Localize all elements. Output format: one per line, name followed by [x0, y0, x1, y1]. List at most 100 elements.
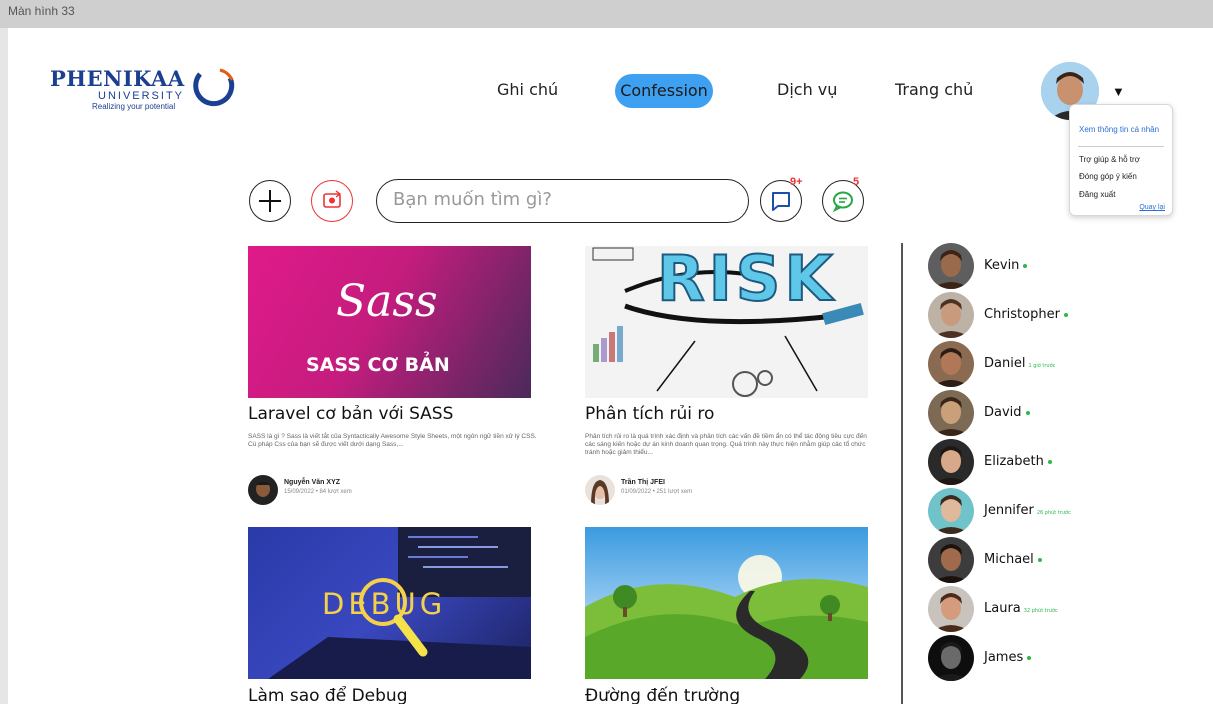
user-portrait-icon	[928, 488, 974, 534]
menu-divider	[1078, 146, 1164, 147]
logo-ring-icon	[193, 68, 235, 107]
user-avatar[interactable]	[928, 341, 974, 387]
user-avatar[interactable]	[928, 488, 974, 534]
user-avatar[interactable]	[928, 439, 974, 485]
user-list-item[interactable]: Kevin	[928, 243, 1198, 291]
logo-tagline: Realizing your potential	[92, 102, 176, 111]
user-list-item[interactable]: Christopher	[928, 292, 1198, 340]
sidebar-divider	[901, 243, 903, 704]
road-landscape-illustration	[585, 527, 868, 679]
user-name-text: Elizabeth	[984, 454, 1044, 469]
author-name[interactable]: Nguyễn Văn XYZ	[284, 479, 340, 486]
user-name: Michael	[984, 552, 1042, 567]
user-name-text: Christopher	[984, 307, 1060, 322]
user-portrait-icon	[928, 586, 974, 632]
user-portrait-icon	[928, 243, 974, 289]
menu-view-profile[interactable]: Xem thông tin cá nhân	[1079, 125, 1159, 134]
online-status-icon	[1047, 459, 1052, 464]
nav-home[interactable]: Trang chủ	[895, 80, 973, 99]
author-portrait-icon	[585, 475, 615, 505]
author-avatar[interactable]	[585, 475, 615, 505]
user-list-item[interactable]: James	[928, 635, 1198, 683]
debug-heading-text: DEBUG	[322, 587, 447, 621]
user-portrait-icon	[928, 537, 974, 583]
plus-icon	[259, 190, 281, 212]
user-name: Kevin	[984, 258, 1028, 273]
post-description: SASS là gì ? Sass là viết tắt của Syntac…	[248, 433, 537, 448]
chat-badge: 5	[853, 176, 860, 188]
user-list-item[interactable]: Michael	[928, 537, 1198, 585]
user-name-text: Daniel	[984, 356, 1026, 371]
post-description: Phân tích rủi ro là quá trình xác định v…	[585, 433, 867, 456]
online-status-icon	[1037, 557, 1042, 562]
user-name-text: James	[984, 650, 1024, 665]
user-portrait-icon	[928, 439, 974, 485]
user-name: Elizabeth	[984, 454, 1052, 469]
share-post-button[interactable]	[311, 180, 353, 222]
user-avatar[interactable]	[928, 390, 974, 436]
user-avatar[interactable]	[928, 243, 974, 289]
user-avatar[interactable]	[928, 586, 974, 632]
user-portrait-icon	[928, 292, 974, 338]
post-title[interactable]: Laravel cơ bản với SASS	[248, 404, 453, 424]
repost-icon	[323, 190, 342, 208]
phenikaa-logo[interactable]: PHENIKAA UNIVERSITY Realizing your poten…	[50, 66, 240, 116]
post-image-debug[interactable]: DEBUG	[248, 527, 531, 679]
user-avatar[interactable]	[928, 635, 974, 681]
user-list-item[interactable]: Jennifer 26 phút trước	[928, 488, 1198, 536]
last-seen-text: 1 giờ trước	[1028, 363, 1056, 369]
post-title[interactable]: Đường đến trường	[585, 686, 740, 704]
user-portrait-icon	[928, 390, 974, 436]
add-post-button[interactable]	[249, 180, 291, 222]
menu-logout[interactable]: Đăng xuất	[1079, 190, 1115, 199]
user-name: Laura 32 phút trước	[984, 601, 1058, 616]
user-name-text: Kevin	[984, 258, 1020, 273]
search-input[interactable]: Bạn muốn tìm gì?	[376, 179, 749, 223]
menu-help[interactable]: Trợ giúp & hỗ trợ	[1079, 155, 1140, 164]
post-meta: 01/09/2022 • 251 lượt xem	[621, 489, 693, 495]
post-image-road[interactable]	[585, 527, 868, 679]
user-avatar[interactable]	[928, 292, 974, 338]
user-portrait-icon	[928, 635, 974, 681]
menu-feedback[interactable]: Đóng góp ý kiến	[1079, 172, 1137, 181]
user-list-item[interactable]: Elizabeth	[928, 439, 1198, 487]
user-name: David	[984, 405, 1030, 420]
nav-notes[interactable]: Ghi chú	[497, 80, 558, 99]
post-image-risk[interactable]: RISK	[585, 246, 868, 398]
online-status-icon	[1027, 655, 1032, 660]
user-name: Christopher	[984, 307, 1068, 322]
user-name: Jennifer 26 phút trước	[984, 503, 1071, 518]
profile-dropdown-menu: Xem thông tin cá nhân Trợ giúp & hỗ trợ …	[1069, 104, 1173, 216]
user-avatar[interactable]	[928, 537, 974, 583]
post-meta: 15/09/2022 • 84 lượt xem	[284, 489, 352, 495]
nav-services[interactable]: Dịch vụ	[777, 80, 837, 99]
online-status-icon	[1063, 312, 1068, 317]
user-list-item[interactable]: David	[928, 390, 1198, 438]
author-portrait-icon	[248, 475, 278, 505]
user-name-text: David	[984, 405, 1022, 420]
author-avatar[interactable]	[248, 475, 278, 505]
nav-confession[interactable]: Confession	[615, 74, 713, 108]
user-portrait-icon	[928, 341, 974, 387]
last-seen-text: 26 phút trước	[1036, 510, 1071, 516]
author-name[interactable]: Trần Thị JFEI	[621, 479, 665, 486]
logo-sub: UNIVERSITY	[98, 90, 185, 102]
online-status-icon	[1023, 263, 1028, 268]
user-list-item[interactable]: Laura 32 phút trước	[928, 586, 1198, 634]
user-name-text: Michael	[984, 552, 1034, 567]
sass-banner-text: SASS CƠ BẢN	[306, 354, 450, 376]
messages-badge: 9+	[790, 176, 803, 188]
user-list-item[interactable]: Daniel 1 giờ trước	[928, 341, 1198, 389]
post-title[interactable]: Phân tích rủi ro	[585, 404, 714, 424]
profile-dropdown-caret-icon[interactable]: ▼	[1112, 84, 1125, 99]
logo-name: PHENIKAA	[50, 66, 185, 91]
user-name-text: Jennifer	[984, 503, 1034, 518]
last-seen-text: 32 phút trước	[1023, 608, 1058, 614]
user-name: James	[984, 650, 1032, 665]
menu-back-link[interactable]: Quay lại	[1139, 204, 1165, 211]
post-image-sass[interactable]: Sass SASS CƠ BẢN	[248, 246, 531, 398]
user-name: Daniel 1 giờ trước	[984, 356, 1055, 371]
post-title[interactable]: Làm sao để Debug	[248, 686, 408, 704]
user-name-text: Laura	[984, 601, 1021, 616]
page-canvas: PHENIKAA UNIVERSITY Realizing your poten…	[8, 28, 1213, 704]
